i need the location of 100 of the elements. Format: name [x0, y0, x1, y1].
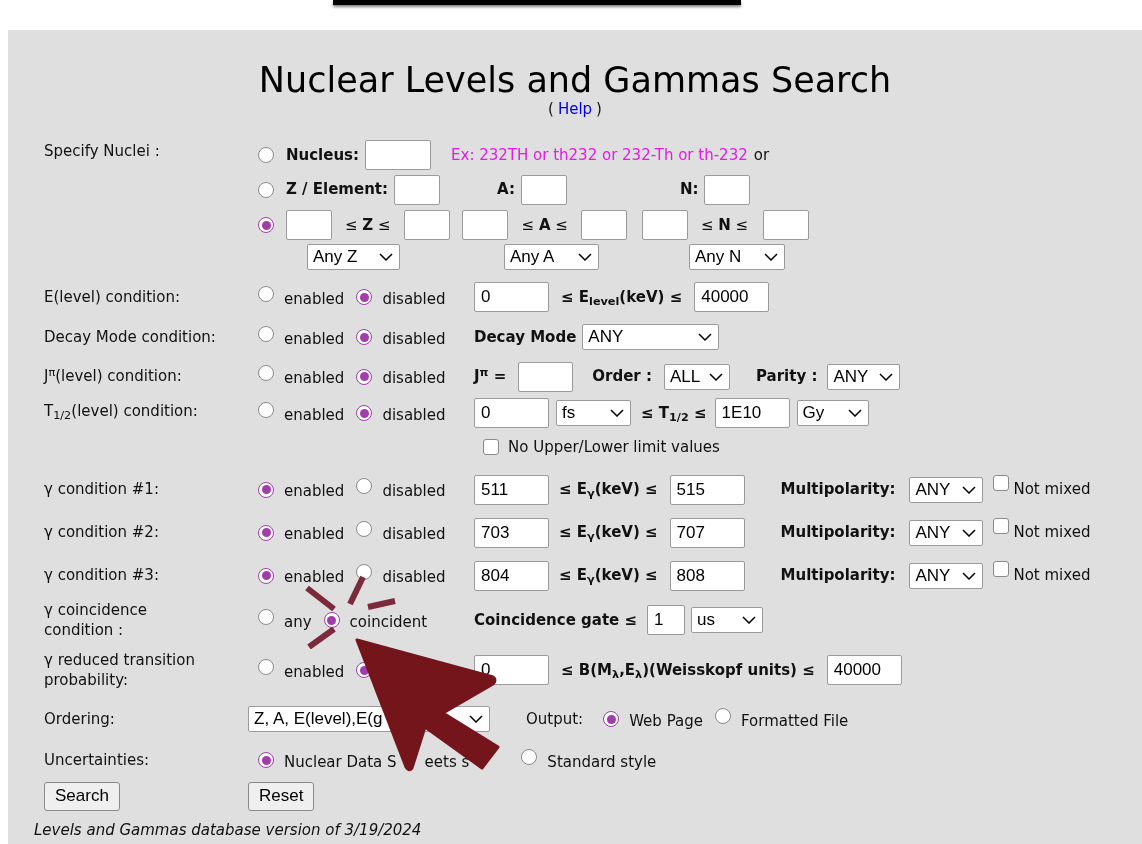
input-field[interactable]	[518, 361, 574, 392]
field-label: Decay Mode	[474, 326, 577, 348]
input-field[interactable]: 0	[474, 398, 549, 428]
radio-button[interactable]	[258, 567, 274, 584]
input-field[interactable]: 40000	[694, 282, 770, 312]
option-label: eets s	[424, 751, 470, 773]
range-label: ≤ E$_{level}$(keV) ≤	[561, 286, 683, 309]
radio-button[interactable]	[258, 181, 274, 198]
input-field[interactable]	[403, 210, 450, 240]
option-label: enabled	[284, 567, 345, 589]
option-label: disabled	[382, 524, 446, 546]
chevron-down-icon	[742, 616, 757, 624]
page-title: Nuclear Levels and Gammas Search	[258, 60, 892, 100]
dropdown[interactable]: Any A	[504, 244, 599, 270]
input-field[interactable]: 511	[474, 474, 549, 505]
radio-button[interactable]	[356, 564, 373, 581]
range-label: ≤ E$_{γ}$(keV) ≤	[559, 479, 658, 501]
help-link[interactable]: Help	[557, 100, 593, 118]
checkbox[interactable]	[993, 475, 1010, 492]
row-label: E(level) condition:	[44, 286, 181, 308]
radio-button[interactable]	[356, 289, 373, 306]
option-label: enabled	[284, 661, 345, 683]
radio-button[interactable]	[714, 707, 731, 724]
radio-button[interactable]	[258, 658, 274, 675]
option-label: disabled	[382, 404, 446, 426]
form-button[interactable]: Search	[44, 781, 120, 811]
option-label: disabled	[382, 328, 446, 350]
dropdown[interactable]: ANY	[909, 562, 984, 589]
option-label: disabled	[382, 288, 446, 310]
radio-button[interactable]	[258, 217, 274, 233]
input-field[interactable]	[520, 174, 567, 205]
radio-button[interactable]	[356, 478, 373, 495]
form-button[interactable]: Reset	[248, 781, 315, 811]
radio-button[interactable]	[258, 401, 274, 418]
row-label: Decay Mode condition:	[44, 326, 216, 348]
input-field[interactable]	[580, 210, 627, 240]
chevron-down-icon	[469, 715, 483, 723]
output-label: Output:	[526, 708, 584, 730]
dropdown[interactable]: ALL	[664, 363, 730, 390]
radio-button[interactable]	[356, 521, 373, 538]
field-label: N:	[679, 179, 699, 201]
field-label: Nucleus:	[286, 144, 360, 166]
dropdown[interactable]: us	[691, 607, 764, 633]
checkbox[interactable]	[993, 561, 1010, 578]
input-field[interactable]	[763, 210, 810, 240]
row-label: T$_{1/2}$(level) condition:	[44, 401, 198, 423]
radio-button[interactable]	[258, 365, 274, 382]
range-label: ≤ A ≤	[521, 214, 568, 236]
radio-button[interactable]	[258, 147, 274, 163]
input-field[interactable]	[641, 210, 688, 240]
input-field[interactable]	[461, 210, 508, 240]
input-field[interactable]: 808	[669, 560, 745, 591]
option-label: Formatted File	[740, 710, 849, 732]
dropdown[interactable]: fs	[556, 400, 631, 426]
input-field[interactable]	[286, 210, 332, 240]
radio-button[interactable]	[356, 329, 373, 346]
input-field[interactable]: 1	[647, 605, 686, 635]
radio-button[interactable]	[258, 285, 274, 302]
option-label: Nuclear Data S	[284, 751, 397, 773]
input-field[interactable]: 1E10	[714, 398, 790, 428]
radio-button[interactable]	[356, 368, 373, 385]
radio-button[interactable]	[258, 325, 274, 342]
option-label: enabled	[284, 288, 345, 310]
radio-button[interactable]	[323, 612, 340, 629]
input-field[interactable]	[394, 174, 440, 205]
radio-button[interactable]	[258, 524, 274, 541]
dropdown[interactable]: ANY	[827, 363, 901, 390]
chevron-down-icon	[610, 409, 624, 417]
radio-button[interactable]	[356, 405, 373, 422]
radio-button[interactable]	[258, 608, 274, 625]
input-field[interactable]: 0	[474, 282, 549, 312]
radio-button[interactable]	[603, 711, 620, 728]
chevron-down-icon	[962, 485, 977, 494]
field-label: Multipolarity:	[780, 565, 896, 587]
checkbox[interactable]	[993, 518, 1010, 535]
dropdown[interactable]: Any N	[689, 244, 785, 270]
radio-button[interactable]	[258, 481, 274, 498]
dropdown[interactable]: ANY	[909, 476, 984, 503]
input-field[interactable]: 804	[474, 560, 549, 591]
checkbox-label: Not mixed	[1013, 479, 1091, 501]
dropdown[interactable]: ANY	[909, 519, 984, 546]
radio-button[interactable]	[521, 748, 538, 765]
input-field[interactable]: 40000	[826, 655, 902, 685]
dropdown[interactable]: ANY	[582, 324, 720, 350]
option-label: Web Page	[629, 710, 703, 732]
chevron-down-icon	[962, 528, 977, 537]
input-field[interactable]: 515	[669, 474, 745, 505]
chevron-down-icon	[709, 372, 723, 381]
input-field[interactable]: 707	[669, 517, 745, 548]
dropdown[interactable]: Gy	[796, 400, 869, 426]
input-field[interactable]: 703	[474, 517, 549, 548]
dropdown[interactable]: Any Z	[307, 244, 400, 270]
chevron-down-icon	[578, 253, 592, 261]
input-field[interactable]	[704, 174, 751, 205]
checkbox[interactable]	[483, 439, 499, 456]
input-field[interactable]	[365, 140, 432, 170]
range-label: ≤ B(M$_{λ}$,E$_{λ}$)(Weisskopf units) ≤	[561, 659, 815, 682]
field-label: Multipolarity:	[780, 479, 896, 501]
range-label: ≤ T$_{1/2}$ ≤	[641, 402, 707, 425]
radio-button[interactable]	[258, 752, 274, 769]
